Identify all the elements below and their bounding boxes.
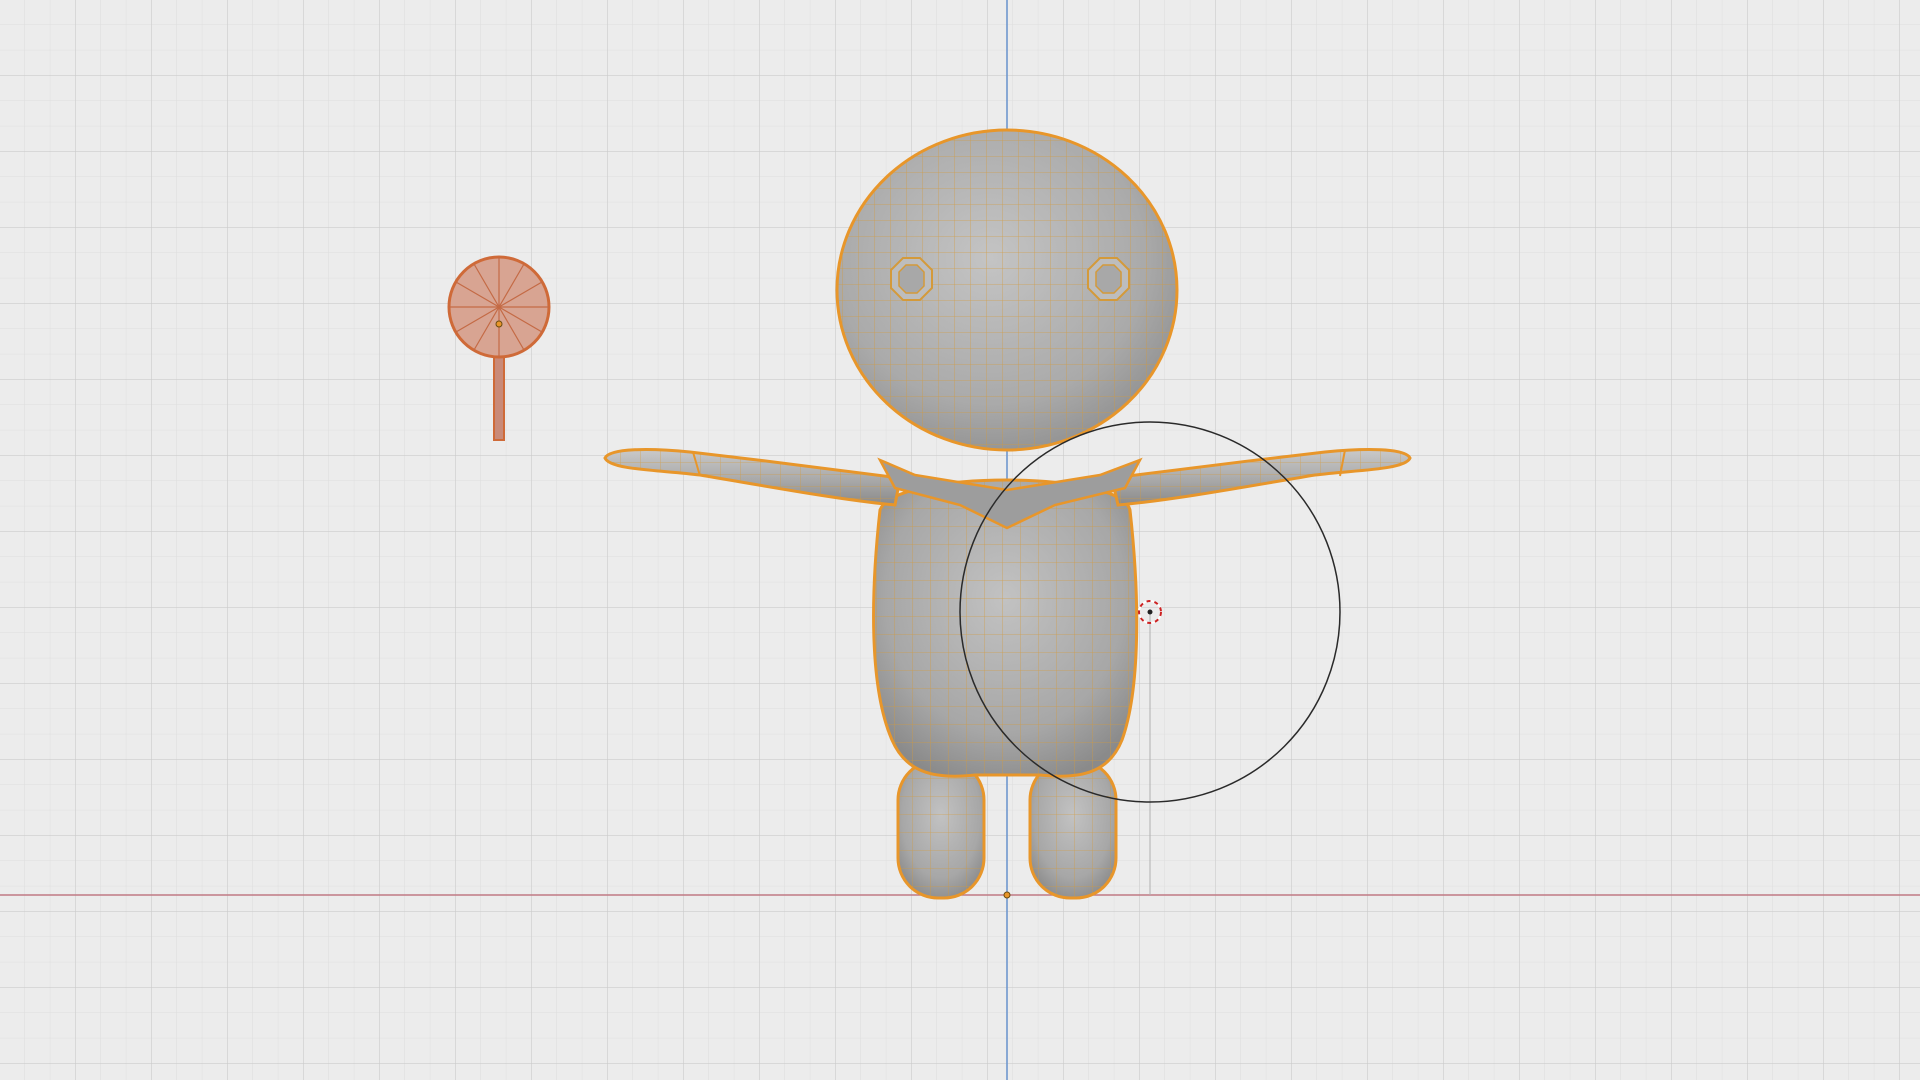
right-leg bbox=[1028, 758, 1118, 900]
lollipop-stick bbox=[493, 351, 505, 441]
left-eye bbox=[890, 257, 933, 301]
3d-viewport[interactable] bbox=[0, 0, 1920, 1080]
object-origin[interactable] bbox=[1003, 891, 1011, 899]
right-eye bbox=[1087, 257, 1130, 301]
left-leg bbox=[896, 758, 986, 900]
lollipop-origin[interactable] bbox=[495, 320, 503, 328]
